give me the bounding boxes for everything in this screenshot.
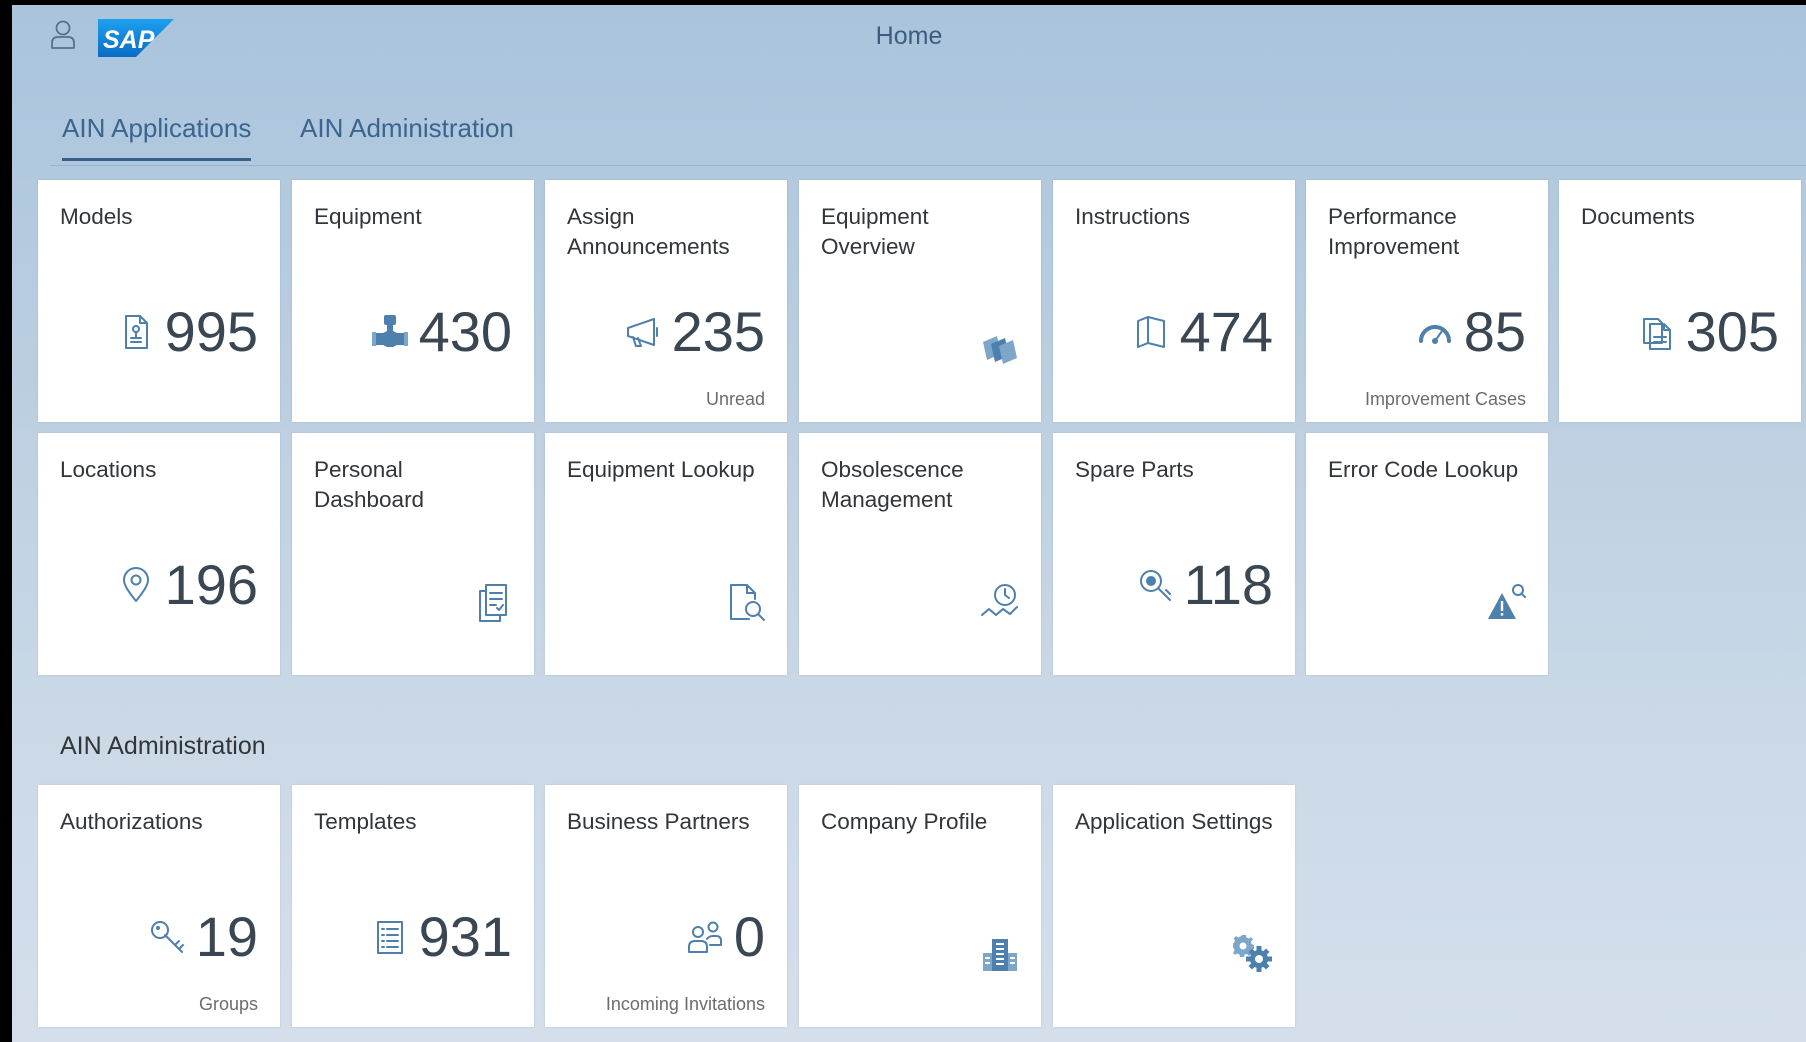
- tile-title: Spare Parts: [1075, 457, 1194, 482]
- location-pin-icon: [122, 567, 149, 602]
- document-search-icon: [730, 584, 765, 621]
- tile-title: Equipment Lookup: [567, 457, 755, 482]
- tile-title: Error Code Lookup: [1328, 457, 1519, 482]
- list-document-icon: [376, 921, 403, 954]
- kpi-value: 235: [671, 300, 765, 363]
- tile-equipment-lookup[interactable]: Equipment Lookup: [545, 433, 787, 675]
- tile-templates[interactable]: Templates 931: [292, 785, 534, 1027]
- valve-equipment-icon: [371, 315, 408, 347]
- tile-title: Obsolescence Management: [821, 457, 964, 512]
- tile-kpi: 931: [371, 905, 512, 969]
- checklist-document-icon: [479, 584, 507, 622]
- tab-bar: AIN Applications AIN Administration: [50, 89, 1806, 166]
- tile-assign-announcements[interactable]: Assign Announcements 235 Unread: [545, 180, 787, 422]
- kpi-value: 430: [418, 300, 512, 363]
- tile-locations[interactable]: Locations 196: [38, 433, 280, 675]
- tile-kpi: 995: [117, 300, 258, 364]
- tab-ain-administration[interactable]: AIN Administration: [300, 113, 514, 158]
- tile-kpi: 196: [117, 553, 258, 617]
- page-title: Home: [875, 22, 943, 50]
- kpi-value: 0: [733, 905, 765, 968]
- tile-kpi: 0: [686, 905, 765, 969]
- tile-application-settings[interactable]: Application Settings: [1053, 785, 1295, 1027]
- tile-title: Templates: [314, 809, 417, 834]
- tile-spare-parts[interactable]: Spare Parts 118: [1053, 433, 1295, 675]
- tile-kpi: 235: [624, 300, 765, 364]
- tile-title: Assign Announcements: [567, 204, 730, 259]
- tile-personal-dashboard[interactable]: Personal Dashboard: [292, 433, 534, 675]
- kpi-value: 931: [418, 905, 512, 968]
- tile-footer: Incoming Invitations: [605, 994, 765, 1014]
- tile-footer: Improvement Cases: [1364, 389, 1526, 409]
- tile-footer: Unread: [705, 389, 765, 409]
- tile-title: Documents: [1581, 204, 1695, 229]
- tile-title: Instructions: [1075, 204, 1191, 229]
- tile-title: Locations: [60, 457, 157, 482]
- stacked-panels-icon: [983, 336, 1017, 364]
- speedometer-icon: [1418, 325, 1451, 344]
- tile-kpi: 19: [148, 905, 258, 969]
- documents-icon: [1642, 318, 1671, 350]
- tile-equipment-overview[interactable]: Equipment Overview: [799, 180, 1041, 422]
- tile-performance-improvement[interactable]: Performance Improvement 85 Improvement C…: [1306, 180, 1548, 422]
- tile-title: Performance Improvement: [1328, 204, 1460, 259]
- tile-title: Models: [60, 204, 133, 229]
- megaphone-icon: [626, 318, 658, 347]
- tile-error-code-lookup[interactable]: Error Code Lookup: [1306, 433, 1548, 675]
- tile-title: Company Profile: [821, 809, 988, 834]
- tile-documents[interactable]: Documents 305: [1559, 180, 1801, 422]
- tile-title: Equipment: [314, 204, 422, 229]
- tab-ain-applications[interactable]: AIN Applications: [62, 113, 252, 161]
- tile-instructions[interactable]: Instructions 474: [1053, 180, 1295, 422]
- section-title-ain-administration: AIN Administration: [60, 732, 266, 760]
- gears-icon: [1233, 935, 1272, 972]
- tile-kpi: 305: [1638, 300, 1779, 364]
- kpi-value: 474: [1179, 300, 1273, 363]
- kpi-value: 305: [1685, 300, 1779, 363]
- building-icon: [983, 939, 1017, 971]
- tile-authorizations[interactable]: Authorizations 19 Groups: [38, 785, 280, 1027]
- key-icon: [150, 921, 184, 953]
- kpi-value: 196: [164, 553, 258, 616]
- tile-footer: Groups: [198, 994, 258, 1014]
- tile-equipment[interactable]: Equipment 430: [292, 180, 534, 422]
- tile-obsolescence-management[interactable]: Obsolescence Management: [799, 433, 1041, 675]
- kpi-value: 85: [1463, 300, 1526, 363]
- kpi-value: 19: [195, 905, 258, 968]
- launchpad-shell: SAP Home AIN Applications AIN Administra…: [12, 5, 1806, 1042]
- business-partners-icon: [687, 921, 722, 953]
- tile-title: Business Partners: [567, 809, 750, 834]
- kpi-value: 118: [1183, 553, 1273, 616]
- tile-kpi: 474: [1132, 300, 1273, 364]
- open-book-icon: [1136, 316, 1165, 348]
- tile-title: Equipment Overview: [821, 204, 929, 259]
- kpi-value: 995: [164, 300, 258, 363]
- tile-kpi: 85: [1416, 300, 1526, 364]
- tile-kpi: 118: [1136, 553, 1273, 617]
- warning-search-icon: [1488, 584, 1526, 619]
- shell-header: SAP Home: [12, 5, 1806, 65]
- tile-title: Authorizations: [60, 809, 203, 834]
- tile-business-partners[interactable]: Business Partners 0 Incoming Invitations: [545, 785, 787, 1027]
- search-parts-icon: [1139, 570, 1171, 601]
- product-document-icon: [124, 315, 148, 349]
- tile-kpi: 430: [371, 300, 512, 364]
- tile-title: Application Settings: [1075, 809, 1273, 834]
- tile-models[interactable]: Models 995: [38, 180, 280, 422]
- tile-company-profile[interactable]: Company Profile: [799, 785, 1041, 1027]
- clock-trend-icon: [981, 584, 1018, 616]
- tile-title: Personal Dashboard: [314, 457, 425, 512]
